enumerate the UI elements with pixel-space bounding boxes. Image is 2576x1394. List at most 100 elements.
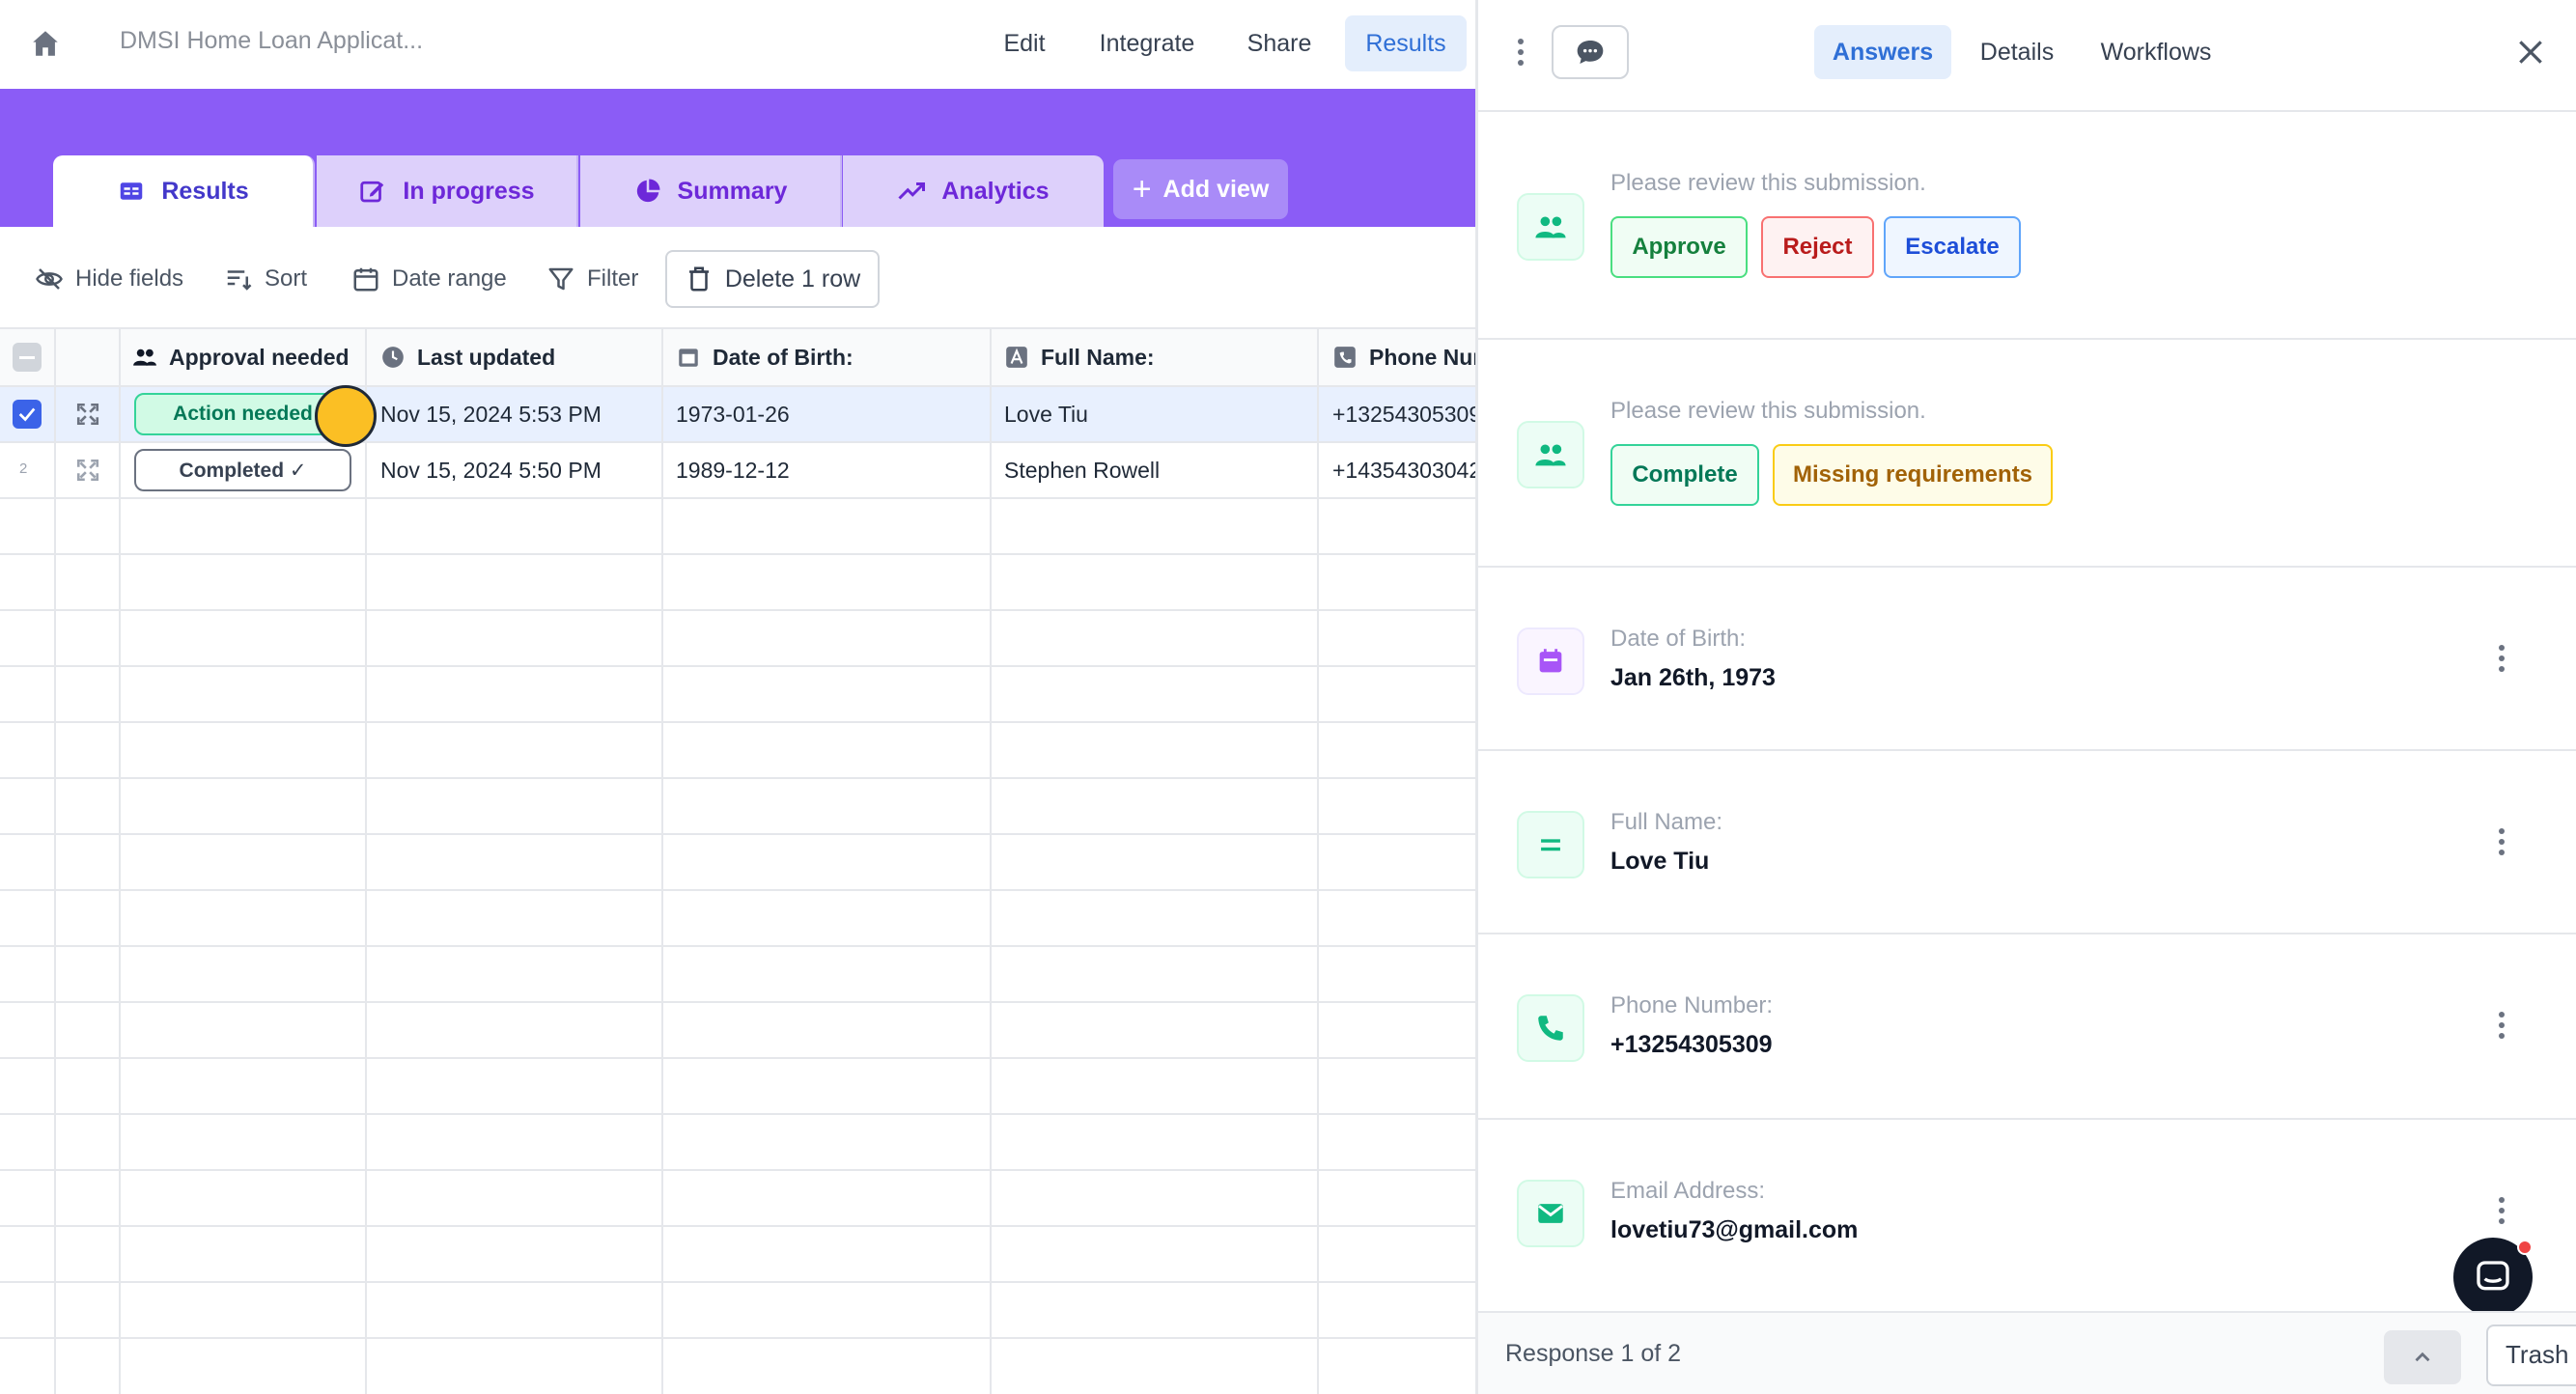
pie-chart-icon <box>636 179 660 203</box>
escalate-button[interactable]: Escalate <box>1884 216 2021 278</box>
text-field-icon <box>1006 347 1027 368</box>
cell-dob[interactable]: 1973-01-26 <box>676 387 987 441</box>
cell-last-updated[interactable]: Nov 15, 2024 5:53 PM <box>380 387 658 441</box>
cursor-indicator <box>315 385 377 447</box>
approval-prompt: Please review this submission. <box>1610 398 1926 424</box>
complete-button[interactable]: Complete <box>1610 444 1759 506</box>
users-icon <box>1517 193 1584 261</box>
cell-phone[interactable]: +14354303042 <box>1332 443 1475 497</box>
tab-summary-label: Summary <box>677 177 788 205</box>
add-view-button[interactable]: + Add view <box>1113 159 1288 219</box>
chat-icon <box>1577 41 1604 64</box>
grid-line <box>661 329 663 1394</box>
answer-label: Date of Birth: <box>1610 626 1747 652</box>
filter-button[interactable]: Filter <box>546 254 638 304</box>
filter-label: Filter <box>587 265 639 292</box>
reject-button[interactable]: Reject <box>1761 216 1874 278</box>
nav-edit[interactable]: Edit <box>985 15 1064 71</box>
answer-label: Full Name: <box>1610 809 1723 835</box>
cell-last-updated[interactable]: Nov 15, 2024 5:50 PM <box>380 443 658 497</box>
column-label: Phone Nur <box>1369 344 1475 370</box>
answer-value[interactable]: Jan 26th, 1973 <box>1610 664 1776 692</box>
status-badge[interactable]: Completed ✓ <box>134 449 351 491</box>
answer-options-icon[interactable] <box>2498 1197 2506 1224</box>
expand-row-icon[interactable] <box>75 402 100 427</box>
grid-line <box>0 1169 1475 1171</box>
approval-prompt: Please review this submission. <box>1610 170 1926 196</box>
grid-line <box>0 777 1475 779</box>
cell-full-name[interactable]: Stephen Rowell <box>1004 443 1315 497</box>
date-range-button[interactable]: Date range <box>351 254 507 304</box>
chevron-up-icon <box>2415 1352 2430 1362</box>
hide-fields-label: Hide fields <box>75 265 184 292</box>
sort-button[interactable]: Sort <box>224 254 307 304</box>
grid-line <box>1317 329 1319 1394</box>
hide-fields-button[interactable]: Hide fields <box>35 254 183 304</box>
comments-button[interactable] <box>1552 25 1629 79</box>
sort-label: Sort <box>265 265 308 292</box>
column-date-of-birth[interactable]: Date of Birth: <box>676 329 987 385</box>
answer-options-icon[interactable] <box>2498 645 2506 672</box>
delete-rows-button[interactable]: Delete 1 row <box>665 250 880 308</box>
trash-icon <box>688 266 709 292</box>
sort-icon <box>227 270 252 291</box>
answer-options-icon[interactable] <box>2498 828 2506 855</box>
answer-value[interactable]: Love Tiu <box>1610 848 1709 876</box>
nav-results[interactable]: Results <box>1345 15 1467 71</box>
tab-details[interactable]: Details <box>1969 25 2065 79</box>
grid-line <box>54 329 56 1394</box>
grid-line <box>0 889 1475 891</box>
grid-line <box>0 1057 1475 1059</box>
chat-icon <box>2477 1261 2509 1291</box>
mail-icon <box>1517 1180 1584 1247</box>
grid-line <box>0 721 1475 723</box>
answer-value[interactable]: lovetiu73@gmail.com <box>1610 1216 1858 1244</box>
column-last-updated[interactable]: Last updated <box>380 329 658 385</box>
tab-in-progress[interactable]: In progress <box>317 155 578 227</box>
nav-share[interactable]: Share <box>1238 15 1321 71</box>
tab-summary[interactable]: Summary <box>580 155 842 227</box>
expand-row-icon[interactable] <box>75 458 100 483</box>
users-icon <box>133 348 156 366</box>
tab-analytics-label: Analytics <box>941 177 1050 205</box>
top-bar: DMSI Home Loan Applicat... Edit Integrat… <box>0 0 1475 89</box>
nav-integrate[interactable]: Integrate <box>1085 15 1209 71</box>
tab-workflows[interactable]: Workflows <box>2083 25 2229 79</box>
tab-results-label: Results <box>161 177 249 205</box>
tab-results[interactable]: Results <box>53 155 315 227</box>
answer-email: Email Address: lovetiu73@gmail.com <box>1478 1120 2576 1311</box>
app-title[interactable]: DMSI Home Loan Applicat... <box>120 27 423 55</box>
approve-button[interactable]: Approve <box>1610 216 1748 278</box>
row-checkbox[interactable] <box>13 400 42 429</box>
more-options-icon[interactable] <box>1517 39 1525 66</box>
previous-response-button[interactable] <box>2384 1330 2461 1384</box>
tab-analytics[interactable]: Analytics <box>843 155 1104 227</box>
answer-value[interactable]: +13254305309 <box>1610 1031 1773 1059</box>
clock-icon <box>382 347 404 368</box>
trash-button[interactable]: Trash <box>2486 1324 2576 1386</box>
answer-label: Email Address: <box>1610 1178 1766 1204</box>
column-approval-needed[interactable]: Approval needed <box>132 329 362 385</box>
results-table: Approval needed Last updated Date of Bir… <box>0 329 1475 1394</box>
add-view-label: Add view <box>1162 175 1270 203</box>
calendar-icon <box>1517 627 1584 695</box>
tab-answers[interactable]: Answers <box>1814 25 1951 79</box>
column-phone[interactable]: Phone Nur <box>1332 329 1475 385</box>
phone-field-icon <box>1334 347 1356 368</box>
grid-line <box>0 1225 1475 1227</box>
cell-full-name[interactable]: Love Tiu <box>1004 387 1315 441</box>
answer-options-icon[interactable] <box>2498 1012 2506 1039</box>
close-icon[interactable] <box>2515 37 2546 68</box>
column-full-name[interactable]: Full Name: <box>1004 329 1315 385</box>
grid-line <box>0 945 1475 947</box>
cell-dob[interactable]: 1989-12-12 <box>676 443 987 497</box>
results-workspace: DMSI Home Loan Applicat... Edit Integrat… <box>0 0 1475 1394</box>
home-icon[interactable] <box>29 27 62 60</box>
select-all-checkbox[interactable] <box>13 343 42 372</box>
trend-icon <box>898 182 926 200</box>
grid-line <box>0 1337 1475 1339</box>
edit-icon <box>360 181 384 203</box>
plus-icon: + <box>1132 171 1152 208</box>
missing-requirements-button[interactable]: Missing requirements <box>1773 444 2053 506</box>
cell-phone[interactable]: +13254305309 <box>1332 387 1475 441</box>
